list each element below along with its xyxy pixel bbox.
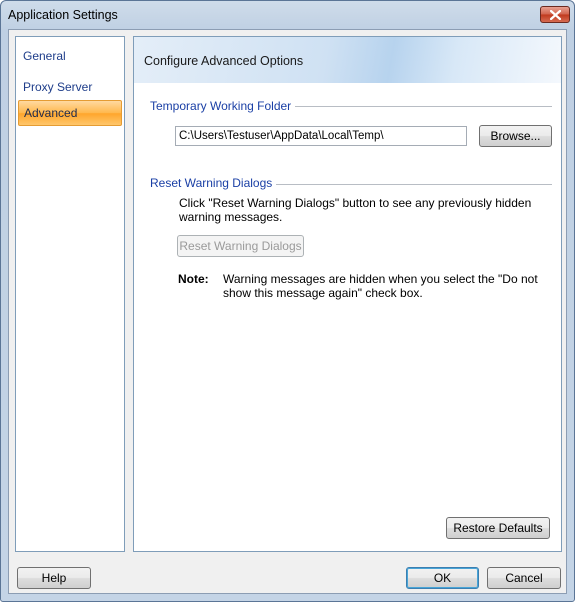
nav-item-label: Proxy Server [23, 80, 93, 94]
note-text: Warning messages are hidden when you sel… [223, 272, 538, 300]
help-button-label: Help [41, 571, 67, 585]
nav-item-label: General [23, 49, 66, 63]
application-settings-window: Application Settings General Proxy Serve… [0, 0, 575, 602]
restore-defaults-button[interactable]: Restore Defaults [446, 517, 550, 539]
note-label: Note: [178, 272, 209, 286]
nav-item-proxy-server[interactable]: Proxy Server [18, 74, 122, 100]
temp-folder-path-input[interactable] [175, 126, 467, 146]
advanced-options-panel: Configure Advanced Options Temporary Wor… [133, 36, 562, 552]
restore-defaults-label: Restore Defaults [453, 521, 543, 535]
help-button[interactable]: Help [17, 567, 91, 589]
reset-description: Click "Reset Warning Dialogs" button to … [179, 196, 532, 224]
cancel-button-label: Cancel [505, 571, 543, 585]
browse-button[interactable]: Browse... [479, 125, 552, 147]
title-bar[interactable]: Application Settings [1, 1, 574, 29]
panel-title: Configure Advanced Options [144, 54, 304, 68]
reset-warning-dialogs-button[interactable]: Reset Warning Dialogs [177, 235, 304, 257]
ok-button-label: OK [433, 571, 452, 585]
temp-folder-section-label: Temporary Working Folder [150, 99, 296, 113]
close-button[interactable] [540, 6, 570, 23]
panel-header: Configure Advanced Options [134, 37, 561, 83]
window-title: Application Settings [8, 8, 118, 22]
browse-button-label: Browse... [490, 129, 541, 143]
nav-item-label: Advanced [24, 106, 78, 120]
reset-section-label: Reset Warning Dialogs [150, 176, 277, 190]
ok-button[interactable]: OK [406, 567, 479, 589]
settings-nav: General Proxy Server Advanced [15, 36, 125, 552]
nav-item-general[interactable]: General [18, 43, 122, 69]
reset-button-label: Reset Warning Dialogs [179, 239, 302, 253]
dialog-client-area: General Proxy Server Advanced Configure … [8, 29, 567, 594]
cancel-button[interactable]: Cancel [487, 567, 561, 589]
nav-item-advanced[interactable]: Advanced [18, 100, 122, 126]
close-icon [550, 10, 561, 20]
